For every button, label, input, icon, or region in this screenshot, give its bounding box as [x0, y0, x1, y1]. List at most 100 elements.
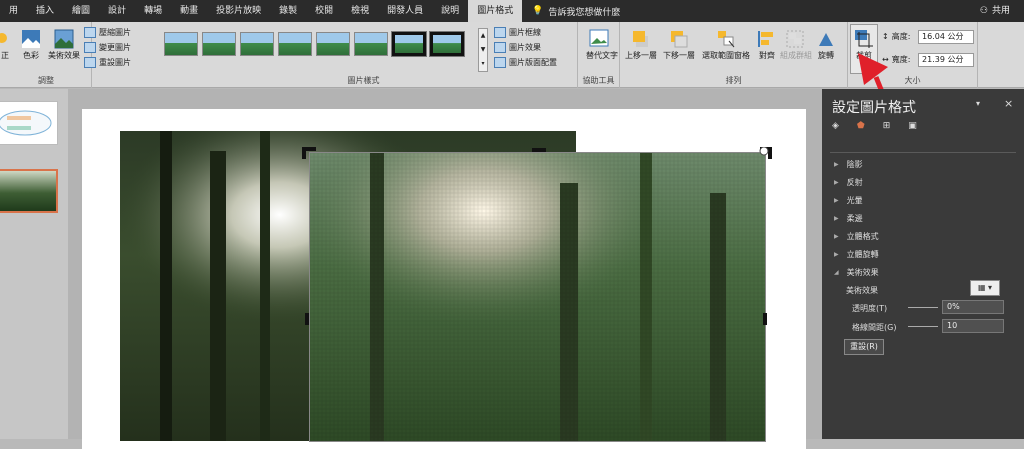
picture-layout-label: 圖片版面配置: [509, 58, 557, 67]
style-thumb[interactable]: [164, 32, 198, 56]
artistic-effects-label: 美術效果: [48, 51, 80, 60]
style-thumb[interactable]: [240, 32, 274, 56]
slide-thumbnail-1[interactable]: [0, 101, 58, 145]
share-label: 共用: [991, 6, 1010, 16]
group-button[interactable]: 組成群組: [780, 28, 812, 61]
section-label: 光暈: [846, 196, 863, 205]
send-backward-button[interactable]: 下移一層: [660, 28, 698, 61]
align-icon: [758, 31, 773, 47]
artistic-effect-picker[interactable]: ▦ ▾: [970, 280, 1000, 296]
tab-draw[interactable]: 繪圖: [63, 0, 99, 22]
section-3d-format[interactable]: ▶ 立體格式: [834, 231, 879, 242]
group-objects-icon: [786, 30, 804, 48]
style-thumb[interactable]: [430, 32, 464, 56]
bring-forward-button[interactable]: 上移一層: [622, 28, 660, 61]
corrections-button[interactable]: 正: [0, 28, 14, 61]
fill-line-icon[interactable]: ◈: [832, 121, 839, 131]
send-backward-icon: [671, 31, 688, 48]
group-accessibility: 替代文字 協助工具: [578, 22, 620, 88]
picture-border-button[interactable]: 圖片框線: [494, 27, 541, 38]
tab-design[interactable]: 設計: [99, 0, 135, 22]
person-icon: ⚇: [979, 6, 988, 16]
tab-help[interactable]: 說明: [432, 0, 468, 22]
tab-picture-format[interactable]: 圖片格式: [468, 0, 523, 22]
tell-me-search[interactable]: 💡 告訴我您想做什麼: [532, 5, 620, 18]
style-thumb[interactable]: [278, 32, 312, 56]
picture-effects-button[interactable]: 圖片效果: [494, 42, 541, 53]
color-label: 色彩: [23, 51, 39, 60]
section-artistic-effects[interactable]: ◢ 美術效果: [834, 267, 879, 278]
section-reflection[interactable]: ▶ 反射: [834, 177, 863, 188]
pane-options-icon[interactable]: ▾: [976, 99, 980, 108]
effects-pentagon-icon[interactable]: ⬟: [857, 121, 865, 131]
change-picture-button[interactable]: 變更圖片: [84, 42, 131, 53]
section-shadow[interactable]: ▶ 陰影: [834, 159, 863, 170]
section-glow[interactable]: ▶ 光暈: [834, 195, 863, 206]
slide-editor: [68, 53, 921, 449]
style-thumb[interactable]: [354, 32, 388, 56]
group-adjust: 正 色彩 美術效果 壓縮圖片 變更圖片 重設圖片 調整: [0, 22, 131, 88]
bring-forward-label: 上移一層: [625, 51, 657, 60]
alt-text-button[interactable]: 替代文字: [586, 28, 618, 61]
transparency-slider[interactable]: [908, 307, 938, 308]
style-thumb[interactable]: [392, 32, 426, 56]
slide-thumbnail-2[interactable]: [0, 169, 58, 213]
transparency-input[interactable]: 0%: [942, 300, 1004, 314]
tab-file[interactable]: 用: [0, 0, 27, 22]
alt-text-icon: [589, 29, 609, 47]
group-label-arrange: 排列: [725, 76, 742, 85]
tab-developer[interactable]: 開發人員: [378, 0, 432, 22]
tab-insert[interactable]: 插入: [27, 0, 63, 22]
rotate-label: 旋轉: [818, 51, 834, 60]
share-button[interactable]: ⚇ 共用: [980, 0, 1010, 22]
gallery-scroll[interactable]: ▲ ▼ ▾: [478, 28, 488, 72]
grid-spacing-input[interactable]: 10: [942, 319, 1004, 333]
section-label: 柔邊: [846, 214, 863, 223]
group-label-adjust: 調整: [38, 76, 54, 85]
artistic-effects-label: 美術效果: [846, 286, 878, 295]
border-icon: [494, 27, 506, 38]
reset-picture-icon: [84, 57, 96, 68]
compress-icon: [84, 27, 96, 38]
reset-button[interactable]: 重設(R): [844, 339, 884, 355]
artistic-effects-button[interactable]: 美術效果: [46, 28, 82, 61]
change-picture-icon: [84, 42, 96, 53]
section-label: 陰影: [846, 160, 863, 169]
section-soft-edges[interactable]: ▶ 柔邊: [834, 213, 863, 224]
section-label: 反射: [846, 178, 863, 187]
section-3d-rotation[interactable]: ▶ 立體旋轉: [834, 249, 879, 260]
corrections-label: 正: [1, 51, 9, 60]
selection-pane-button[interactable]: 選取範圍窗格: [698, 28, 754, 61]
compress-pictures-button[interactable]: 壓縮圖片: [84, 27, 131, 38]
group-label-accessibility: 協助工具: [582, 76, 615, 85]
picture-icon[interactable]: ▣: [908, 121, 917, 131]
picture-layout-button[interactable]: 圖片版面配置: [494, 57, 557, 68]
size-properties-icon[interactable]: ⊞: [883, 121, 891, 131]
reset-picture-button[interactable]: 重設圖片: [84, 57, 131, 68]
tell-me-label: 告訴我您想做什麼: [548, 7, 621, 18]
crop-handles[interactable]: [302, 147, 774, 439]
style-thumb[interactable]: [316, 32, 350, 56]
layout-icon: [494, 57, 506, 68]
color-button[interactable]: 色彩: [18, 28, 44, 61]
rotate-button[interactable]: 旋轉: [812, 28, 840, 61]
slide-thumbnails: [0, 89, 68, 439]
tab-transitions[interactable]: 轉場: [135, 0, 171, 22]
tab-slideshow[interactable]: 投影片放映: [207, 0, 270, 22]
alt-text-label: 替代文字: [586, 51, 618, 60]
align-button[interactable]: 對齊: [754, 28, 780, 61]
tab-animations[interactable]: 動畫: [171, 0, 207, 22]
grid-spacing-slider[interactable]: [908, 326, 938, 327]
tab-review[interactable]: 校閱: [306, 0, 342, 22]
section-label: 立體旋轉: [846, 250, 879, 259]
style-thumb[interactable]: [202, 32, 236, 56]
tab-view[interactable]: 檢視: [342, 0, 378, 22]
selection-pane-label: 選取範圍窗格: [702, 51, 750, 60]
close-icon[interactable]: ×: [1004, 97, 1013, 110]
pane-tabs: ◈ ⬟ ⊞ ▣: [832, 121, 917, 131]
tab-record[interactable]: 錄製: [270, 0, 306, 22]
send-backward-label: 下移一層: [663, 51, 695, 60]
fish-diagram-icon: [0, 110, 52, 136]
picture-effects-label: 圖片效果: [509, 43, 541, 52]
compress-label: 壓縮圖片: [99, 28, 131, 37]
